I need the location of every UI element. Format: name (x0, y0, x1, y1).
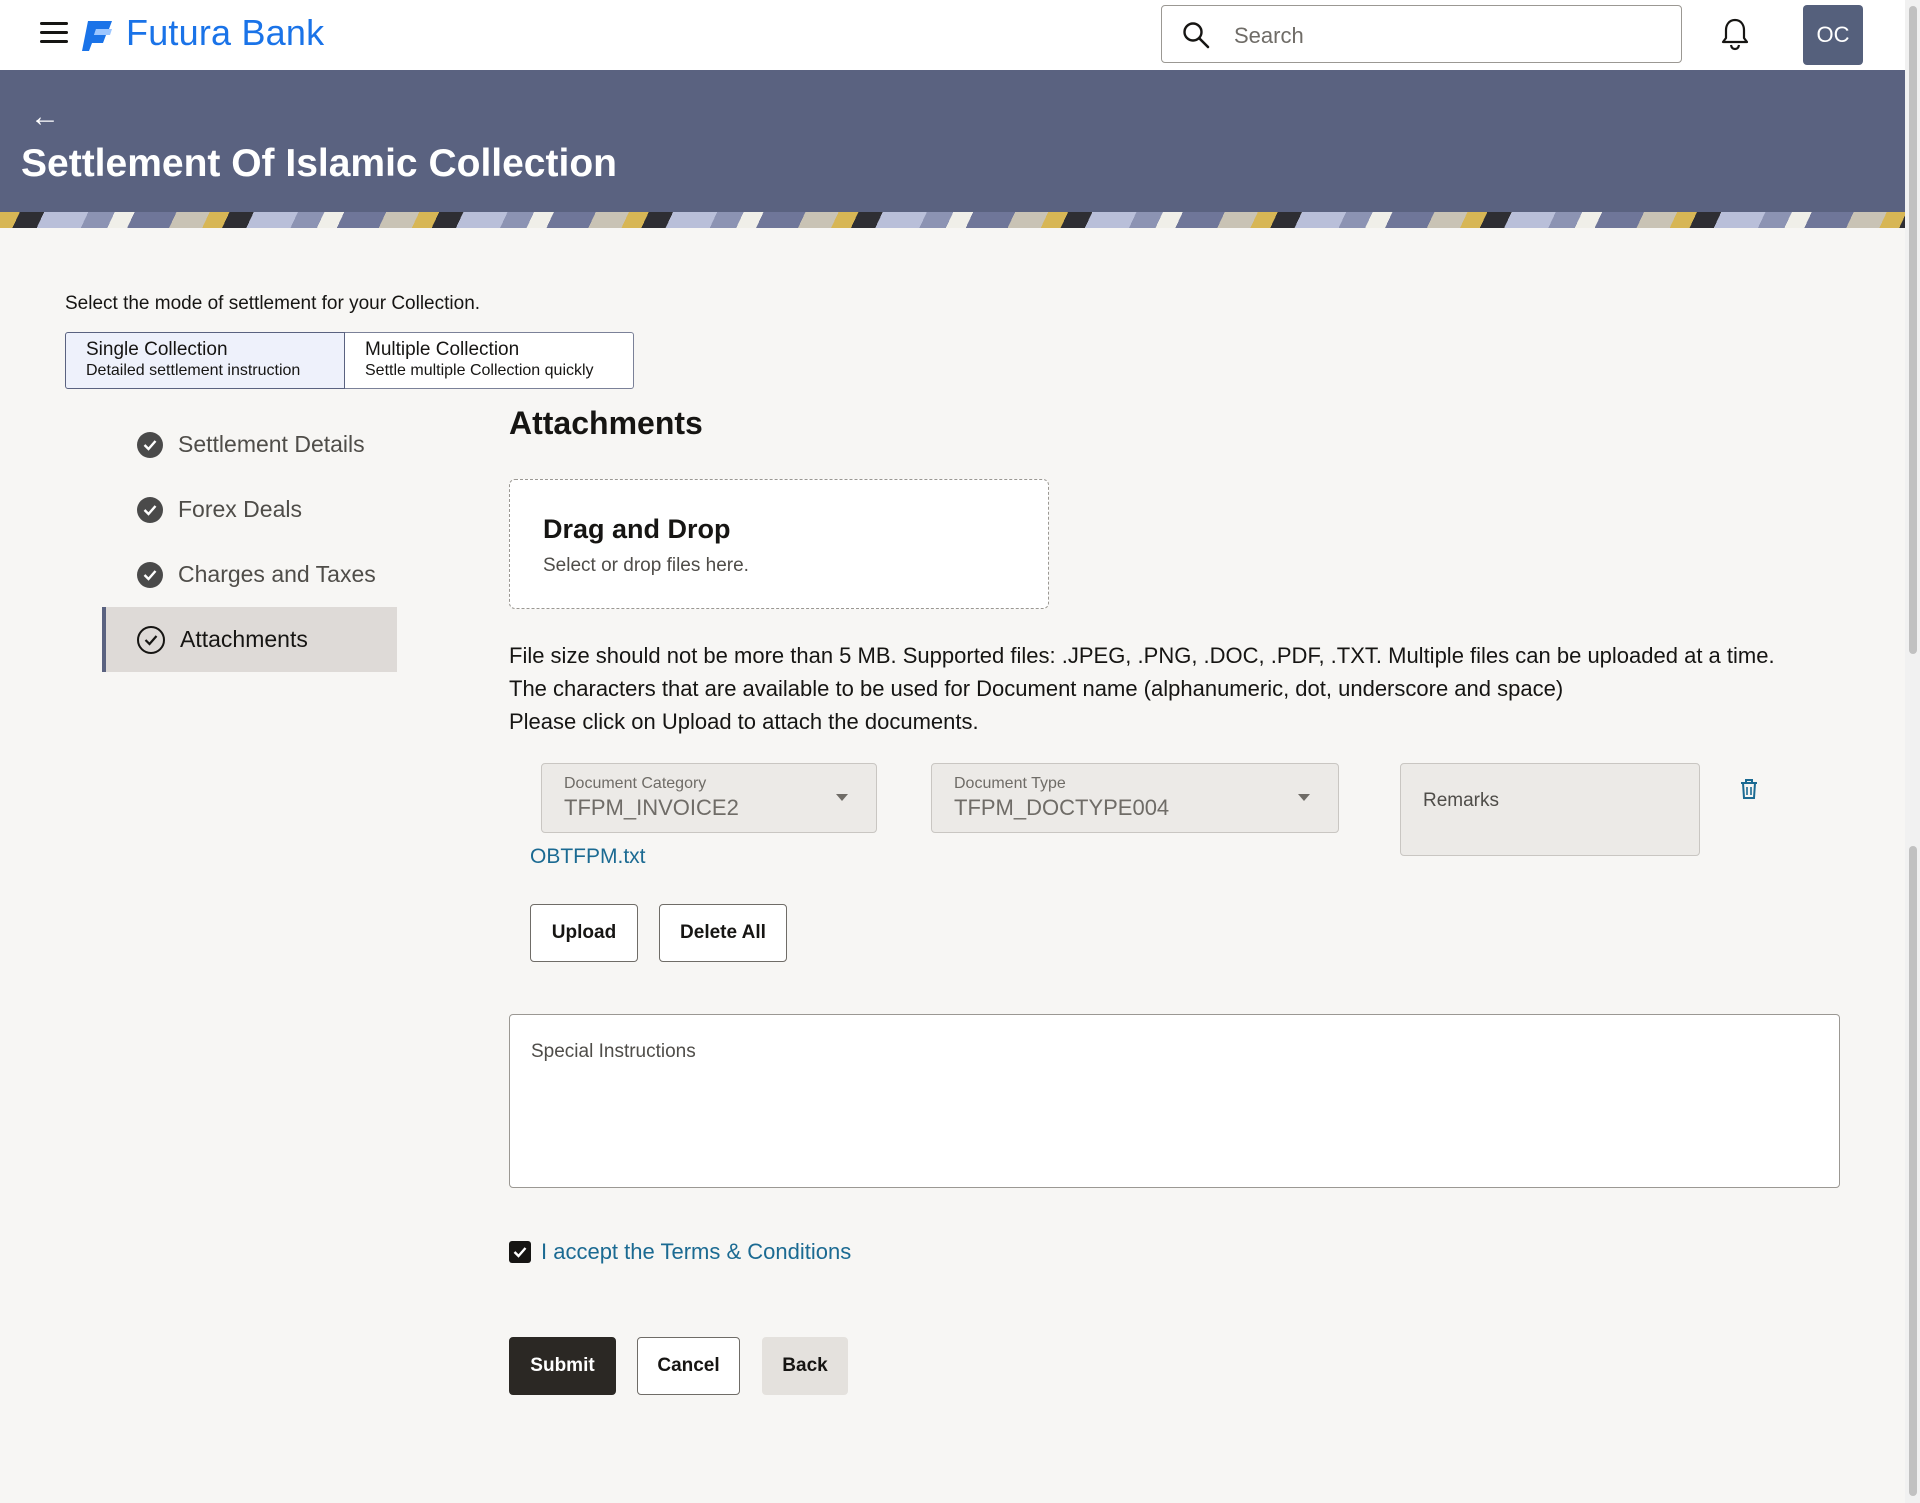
document-category-select[interactable]: Document Category TFPM_INVOICE2 (541, 763, 877, 833)
remarks-field[interactable]: Remarks (1400, 763, 1700, 856)
trash-icon[interactable] (1739, 778, 1759, 800)
search-icon[interactable] (1182, 21, 1210, 49)
top-header: Futura Bank OC (0, 0, 1905, 70)
document-category-label: Document Category (564, 775, 707, 792)
document-type-value: TFPM_DOCTYPE004 (954, 795, 1170, 820)
notification-bell-icon[interactable] (1720, 17, 1750, 51)
page-title: Settlement Of Islamic Collection (21, 142, 617, 185)
scrollbar-thumb-bottom[interactable] (1909, 846, 1917, 1496)
remarks-label: Remarks (1423, 790, 1500, 811)
single-collection-subtitle: Detailed settlement instruction (86, 362, 301, 379)
document-category-value: TFPM_INVOICE2 (564, 795, 739, 820)
search-input[interactable] (1232, 18, 1666, 54)
chevron-down-icon (836, 794, 848, 801)
multiple-collection-title: Multiple Collection (365, 339, 520, 360)
step-label: Settlement Details (178, 431, 365, 457)
document-type-label: Document Type (954, 775, 1066, 792)
upload-info-text: File size should not be more than 5 MB. … (509, 639, 1775, 738)
futura-bank-logo-icon (82, 21, 112, 51)
info-line: The characters that are available to be … (509, 676, 1564, 701)
back-arrow-icon[interactable]: ← (30, 102, 60, 132)
terms-checkbox-row[interactable]: I accept the Terms & Conditions (509, 1239, 851, 1265)
dropzone-subtitle: Select or drop files here. (543, 555, 749, 576)
step-label: Forex Deals (178, 496, 302, 522)
single-collection-option[interactable]: Single Collection Detailed settlement in… (65, 332, 345, 389)
page-scrollbar[interactable] (1905, 0, 1920, 1503)
step-charges-and-taxes[interactable]: Charges and Taxes (102, 542, 397, 607)
step-label: Charges and Taxes (178, 561, 376, 587)
back-button[interactable]: Back (762, 1337, 848, 1395)
cancel-button[interactable]: Cancel (637, 1337, 740, 1395)
scrollbar-thumb-top[interactable] (1909, 6, 1917, 654)
delete-all-button[interactable]: Delete All (659, 904, 787, 962)
step-forex-deals[interactable]: Forex Deals (102, 477, 397, 542)
step-label: Attachments (180, 626, 308, 652)
terms-link[interactable]: I accept the Terms & Conditions (541, 1239, 851, 1265)
step-navigation: Settlement Details Forex Deals Charges a… (102, 412, 397, 672)
document-type-select[interactable]: Document Type TFPM_DOCTYPE004 (931, 763, 1339, 833)
multiple-collection-subtitle: Settle multiple Collection quickly (365, 362, 594, 379)
banner-pattern (0, 212, 1905, 228)
check-circle-icon (137, 561, 163, 588)
hamburger-menu-icon[interactable] (40, 22, 68, 46)
search-box (1161, 5, 1682, 63)
check-circle-icon (137, 431, 163, 458)
check-circle-icon (137, 496, 163, 523)
info-line: File size should not be more than 5 MB. … (509, 643, 1775, 668)
attached-file-link[interactable]: OBTFPM.txt (530, 845, 646, 869)
chevron-down-icon (1298, 794, 1310, 801)
user-avatar[interactable]: OC (1803, 5, 1863, 65)
multiple-collection-option[interactable]: Multiple Collection Settle multiple Coll… (345, 332, 634, 389)
step-attachments[interactable]: Attachments (102, 607, 397, 672)
submit-button[interactable]: Submit (509, 1337, 616, 1395)
step-settlement-details[interactable]: Settlement Details (102, 412, 397, 477)
single-collection-title: Single Collection (86, 339, 228, 360)
special-instructions-label: Special Instructions (531, 1041, 696, 1062)
settlement-mode-toggle: Single Collection Detailed settlement in… (65, 332, 634, 389)
special-instructions-field[interactable]: Special Instructions (509, 1014, 1840, 1188)
checkbox-checked-icon[interactable] (509, 1241, 531, 1263)
file-dropzone[interactable]: Drag and Drop Select or drop files here. (509, 479, 1049, 609)
dropzone-title: Drag and Drop (543, 514, 731, 544)
info-line: Please click on Upload to attach the doc… (509, 709, 979, 734)
page-banner (0, 70, 1905, 212)
check-circle-outline-icon (137, 625, 165, 654)
settlement-mode-prompt: Select the mode of settlement for your C… (65, 293, 481, 314)
upload-button[interactable]: Upload (530, 904, 638, 962)
section-title: Attachments (509, 405, 703, 441)
brand-name[interactable]: Futura Bank (126, 12, 324, 54)
